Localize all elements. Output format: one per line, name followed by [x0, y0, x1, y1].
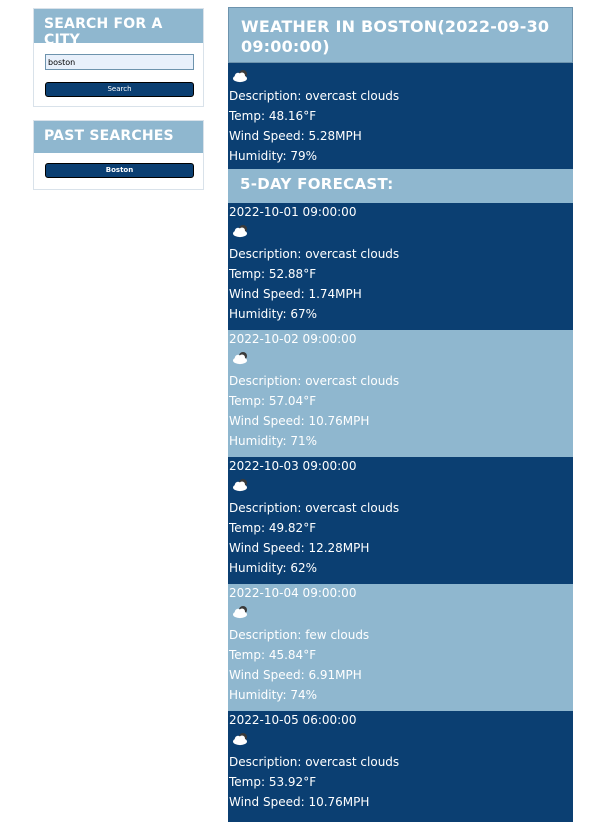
forecast-description: Description: few clouds — [229, 628, 370, 642]
forecast-day-1: 2022-10-01 09:00:00 Description: overcas… — [228, 203, 573, 330]
cloud-icon — [233, 352, 247, 365]
forecast-icon-row — [228, 221, 573, 244]
forecast-day-2: 2022-10-02 09:00:00 Description: overcas… — [228, 330, 573, 457]
forecast-temp: Temp: 52.88°F — [229, 267, 317, 281]
past-searches-title: PAST SEARCHES — [34, 121, 203, 153]
past-searches-card: PAST SEARCHES Boston — [33, 120, 204, 190]
cloud-icon — [233, 70, 247, 83]
forecast-wind: Wind Speed: 1.74MPH — [229, 287, 362, 301]
current-weather-title: WEATHER IN BOSTON(2022-09-30 09:00:00) — [228, 7, 573, 63]
search-card: SEARCH FOR A CITY Search — [33, 8, 204, 107]
forecast-description: Description: overcast clouds — [229, 374, 400, 388]
past-search-item[interactable]: Boston — [45, 163, 194, 178]
current-wind: Wind Speed: 5.28MPH — [229, 129, 362, 143]
forecast-temp: Temp: 53.92°F — [229, 775, 317, 789]
forecast-wind: Wind Speed: 10.76MPH — [229, 414, 370, 428]
forecast-wind: Wind Speed: 6.91MPH — [229, 668, 362, 682]
past-searches-list: Boston — [34, 163, 203, 178]
forecast-wind: Wind Speed: 10.76MPH — [229, 795, 370, 809]
cloud-icon — [233, 479, 247, 492]
cloud-icon — [233, 225, 247, 238]
search-card-body: Search — [34, 54, 203, 97]
forecast-date: 2022-10-02 09:00:00 — [229, 332, 357, 346]
forecast-date: 2022-10-01 09:00:00 — [229, 205, 357, 219]
forecast-description: Description: overcast clouds — [229, 501, 400, 515]
search-button[interactable]: Search — [45, 82, 194, 97]
current-weather-details: Description: overcast clouds Temp: 48.16… — [228, 63, 573, 169]
forecast-icon-row — [228, 729, 573, 752]
forecast-day-4: 2022-10-04 09:00:00 Description: few clo… — [228, 584, 573, 711]
forecast-humidity: Humidity: 62% — [229, 561, 318, 575]
search-card-title: SEARCH FOR A CITY — [34, 9, 203, 48]
weather-main: WEATHER IN BOSTON(2022-09-30 09:00:00) D… — [228, 7, 573, 822]
forecast-day-3: 2022-10-03 09:00:00 Description: overcas… — [228, 457, 573, 584]
forecast-wind: Wind Speed: 12.28MPH — [229, 541, 370, 555]
forecast-description: Description: overcast clouds — [229, 247, 400, 261]
current-temp: Temp: 48.16°F — [229, 109, 317, 123]
current-icon-row — [228, 63, 573, 86]
forecast-temp: Temp: 57.04°F — [229, 394, 317, 408]
forecast-icon-row — [228, 602, 573, 625]
forecast-humidity: Humidity: 67% — [229, 307, 318, 321]
forecast-date: 2022-10-04 09:00:00 — [229, 586, 357, 600]
forecast-day-5: 2022-10-05 06:00:00 Description: overcas… — [228, 711, 573, 822]
forecast-temp: Temp: 45.84°F — [229, 648, 317, 662]
forecast-date: 2022-10-05 06:00:00 — [229, 713, 357, 727]
forecast-humidity: Humidity: 74% — [229, 688, 318, 702]
cloud-icon — [233, 606, 247, 619]
forecast-icon-row — [228, 348, 573, 371]
city-search-input[interactable] — [45, 54, 194, 70]
forecast-icon-row — [228, 475, 573, 498]
forecast-date: 2022-10-03 09:00:00 — [229, 459, 357, 473]
forecast-description: Description: overcast clouds — [229, 755, 400, 769]
cloud-icon — [233, 733, 247, 746]
forecast-temp: Temp: 49.82°F — [229, 521, 317, 535]
forecast-humidity: Humidity: 71% — [229, 434, 318, 448]
current-description: Description: overcast clouds — [229, 89, 400, 103]
forecast-title: 5-DAY FORECAST: — [228, 169, 573, 203]
current-humidity: Humidity: 79% — [229, 149, 318, 163]
